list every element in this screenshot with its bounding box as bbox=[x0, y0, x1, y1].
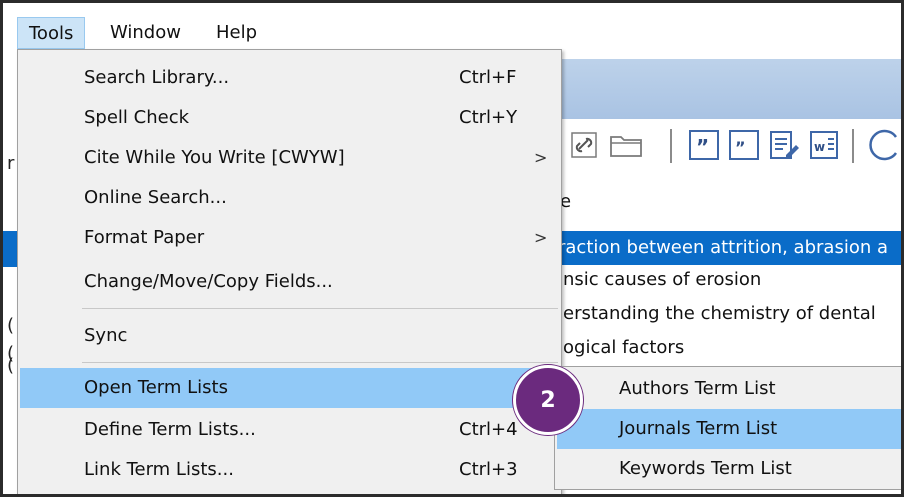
reference-row[interactable]: logical factors bbox=[558, 331, 901, 365]
left-pane-text: r bbox=[7, 153, 15, 174]
menu-item-label: Define Term Lists... bbox=[84, 419, 256, 440]
menu-item-label: Spell Check bbox=[84, 107, 190, 128]
folder-icon[interactable] bbox=[608, 127, 644, 163]
submenu-item-keywords-term-list[interactable]: Keywords Term List bbox=[557, 449, 901, 489]
column-header[interactable]: e bbox=[558, 183, 901, 221]
submenu-item-journals-term-list[interactable]: Journals Term List bbox=[557, 409, 901, 449]
edit-citation-icon[interactable] bbox=[766, 127, 802, 163]
menu-item-shortcut: Ctrl+4 bbox=[459, 419, 518, 440]
menu-item-label: Change/Move/Copy Fields... bbox=[84, 271, 333, 292]
menu-item-label: Format Paper bbox=[84, 227, 205, 248]
word-icon[interactable]: w bbox=[806, 127, 842, 163]
menu-item-online-search[interactable]: Online Search... bbox=[20, 178, 559, 218]
app-window: Tools Window Help ” ” w e raction betwee… bbox=[0, 0, 904, 497]
submenu-item-label: Authors Term List bbox=[619, 378, 776, 399]
menu-separator bbox=[82, 308, 558, 309]
library-title-bar bbox=[558, 59, 901, 119]
menu-item-label: Search Library... bbox=[84, 67, 230, 88]
tools-menu: Search Library... Ctrl+F Spell Check Ctr… bbox=[17, 49, 562, 494]
menu-item-label: Open Term Lists bbox=[84, 377, 228, 398]
library-toolbar: ” ” w bbox=[558, 119, 901, 175]
menu-item-sync[interactable]: Sync bbox=[20, 316, 559, 356]
menu-item-label: Cite While You Write [CWYW] bbox=[84, 147, 345, 168]
submenu-arrow-icon: > bbox=[534, 148, 548, 167]
menu-item-shortcut: Ctrl+F bbox=[459, 67, 517, 88]
reference-title: insic causes of erosion bbox=[558, 269, 762, 290]
step-number-badge: 2 bbox=[513, 365, 583, 435]
submenu-item-label: Keywords Term List bbox=[619, 458, 792, 479]
menu-item-label: Sync bbox=[84, 325, 128, 346]
menu-bar: Tools Window Help bbox=[3, 3, 901, 49]
menu-item-shortcut: Ctrl+3 bbox=[459, 459, 518, 480]
toolbar-separator bbox=[670, 129, 672, 163]
menu-item-label: Online Search... bbox=[84, 187, 227, 208]
menu-item-cite-while-you-write[interactable]: Cite While You Write [CWYW] > bbox=[20, 138, 559, 178]
reference-row[interactable]: insic causes of erosion bbox=[558, 263, 901, 297]
term-lists-submenu: Authors Term List Journals Term List Key… bbox=[554, 366, 901, 490]
menu-help[interactable]: Help bbox=[205, 17, 268, 49]
menu-window[interactable]: Window bbox=[99, 17, 192, 49]
submenu-arrow-icon: > bbox=[534, 228, 548, 247]
menu-separator bbox=[82, 362, 558, 363]
left-pane-text: ( bbox=[7, 315, 15, 336]
menu-item-spell-check[interactable]: Spell Check Ctrl+Y bbox=[20, 98, 559, 138]
reference-title: lerstanding the chemistry of dental bbox=[558, 303, 876, 324]
left-pane-text: ( bbox=[7, 355, 15, 376]
menu-item-open-term-lists[interactable]: Open Term Lists bbox=[20, 368, 559, 408]
menu-item-search-library[interactable]: Search Library... Ctrl+F bbox=[20, 58, 559, 98]
menu-item-label: Link Term Lists... bbox=[84, 459, 234, 480]
insert-citation-icon[interactable]: ” bbox=[726, 127, 762, 163]
svg-text:”: ” bbox=[696, 135, 709, 159]
svg-text:w: w bbox=[814, 140, 825, 154]
menu-item-define-term-lists[interactable]: Define Term Lists... Ctrl+4 bbox=[20, 410, 559, 450]
reference-title: logical factors bbox=[558, 337, 685, 358]
link-icon[interactable] bbox=[566, 127, 602, 163]
submenu-item-label: Journals Term List bbox=[619, 418, 778, 439]
reference-row[interactable]: raction between attrition, abrasion a bbox=[558, 231, 901, 265]
menu-item-link-term-lists[interactable]: Link Term Lists... Ctrl+3 bbox=[20, 450, 559, 490]
left-pane-selection bbox=[3, 231, 17, 267]
submenu-item-authors-term-list[interactable]: Authors Term List bbox=[557, 369, 901, 409]
svg-text:”: ” bbox=[735, 138, 746, 157]
toolbar-separator bbox=[852, 129, 854, 163]
menu-tools[interactable]: Tools bbox=[17, 17, 86, 49]
reference-row[interactable]: lerstanding the chemistry of dental bbox=[558, 297, 901, 331]
quote-icon[interactable]: ” bbox=[686, 127, 722, 163]
reference-title: raction between attrition, abrasion a bbox=[558, 237, 888, 258]
menu-item-shortcut: Ctrl+Y bbox=[459, 107, 518, 128]
sync-icon[interactable] bbox=[866, 127, 901, 163]
menu-item-change-move-copy-fields[interactable]: Change/Move/Copy Fields... bbox=[20, 262, 559, 302]
menu-item-format-paper[interactable]: Format Paper > bbox=[20, 218, 559, 258]
